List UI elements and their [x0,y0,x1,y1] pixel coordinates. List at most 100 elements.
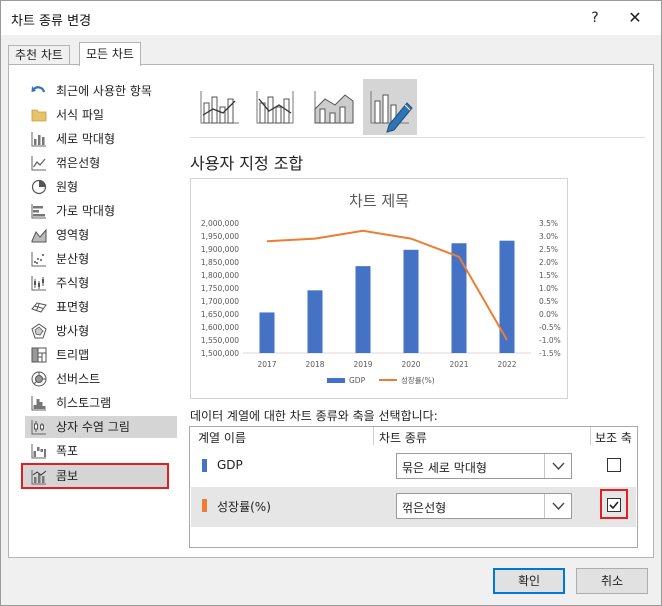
y-tick-label: 1,900,000 [201,245,239,254]
scatter-chart-icon [31,252,46,267]
chart-preview: 차트 제목 1,500,000 1,550,000 1,600,000 1,650,00… [190,178,568,399]
sidebar-item-label: 트리맵 [56,348,90,362]
series-instruction: 데이터 계열에 대한 차트 종류와 축을 선택합니다: [190,409,438,423]
chart-type-value: 묶은 세로 막대형 [402,461,487,475]
close-button[interactable]: ✕ [623,7,647,29]
sidebar-item-label: 세로 막대형 [56,132,116,146]
column-header-secondary-axis: 보조 축 [595,431,632,445]
combo-chart-icon [31,470,47,485]
sidebar-item-label: 분산형 [56,252,90,266]
sidebar-item-pie[interactable]: 원형 [25,176,177,198]
chart-type-value: 꺾은선형 [402,501,447,515]
sidebar-item-radar[interactable]: 방사형 [25,320,177,342]
y-tick-label: 1,500,000 [201,349,239,358]
x-tick-label: 2019 [353,360,372,369]
subtype-custom-combination[interactable] [363,79,417,135]
sidebar-item-label: 영역형 [56,228,90,242]
tab-all-charts[interactable]: 모든 차트 [79,42,141,66]
y-tick-label: 1,700,000 [201,297,239,306]
sidebar-item-templates[interactable]: 서식 파일 [25,104,177,126]
x-tick-label: 2022 [497,360,516,369]
sidebar-item-label: 히스토그램 [56,396,112,410]
bar-gdp [259,312,275,353]
column-header-series-name: 계열 이름 [198,431,246,445]
clustered-column-line-icon [200,91,239,124]
dropdown-button[interactable] [544,494,571,518]
sidebar-item-surface[interactable]: 표면형 [25,296,177,318]
stacked-area-clustered-column-icon [314,91,354,124]
series-row-gdp: GDP 묶은 세로 막대형 [191,447,636,487]
sidebar-item-label: 가로 막대형 [56,204,116,218]
sidebar-item-box-whisker[interactable]: 상자 수염 그림 [25,416,177,438]
separator [190,137,645,138]
chart-title: 차트 제목 [349,192,409,210]
area-chart-icon [31,228,47,243]
series-row-growth-rate: 성장률(%) 꺾은선형 [191,487,636,527]
y-tick-label: 1,600,000 [201,323,239,332]
histogram-icon [31,396,46,411]
chart-type-dropdown[interactable]: 묶은 세로 막대형 [396,453,572,479]
sidebar-item-sunburst[interactable]: 선버스트 [25,368,177,390]
sidebar-item-bar[interactable]: 가로 막대형 [25,200,177,222]
sidebar-item-combo[interactable]: 콤보 [21,463,169,489]
help-button[interactable]: ? [585,7,605,29]
legend-label-growth-rate: 성장률(%) [401,375,435,385]
sidebar-item-line[interactable]: 꺾은선형 [25,152,177,174]
treemap-icon [31,347,47,363]
sidebar-item-recent[interactable]: 최근에 사용한 항목 [25,80,177,102]
y-tick-label: 1,850,000 [201,258,239,267]
series-name: GDP [217,458,243,472]
sidebar-item-column[interactable]: 세로 막대형 [25,128,177,150]
clustered-column-line-secondary-axis-icon [256,91,294,124]
secondary-axis-checkbox[interactable] [607,498,621,512]
secondary-axis-checkbox[interactable] [607,458,621,472]
ok-button[interactable]: 확인 [493,568,565,594]
y2-tick-label: 0.5% [539,297,558,306]
dropdown-button[interactable] [544,454,571,478]
y2-tick-label: 3.5% [539,219,558,228]
sidebar-item-label: 꺾은선형 [56,156,101,170]
x-tick-label: 2021 [449,360,468,369]
y2-tick-label: 2.5% [539,245,558,254]
combo-section-title: 사용자 지정 조합 [190,154,304,173]
sidebar-item-waterfall[interactable]: 폭포 [25,440,177,462]
y-tick-label: 2,000,000 [201,219,239,228]
sidebar-item-scatter[interactable]: 분산형 [25,248,177,270]
subtype-clustered-column-line[interactable] [193,79,247,135]
dialog-title: 차트 종류 변경 [11,14,92,29]
sidebar-item-treemap[interactable]: 트리맵 [25,344,177,366]
sidebar-item-label: 서식 파일 [56,108,104,122]
sidebar-item-label: 폭포 [56,444,79,458]
column-divider [373,427,374,445]
sidebar-item-histogram[interactable]: 히스토그램 [25,392,177,414]
series-color-swatch [202,459,207,472]
subtype-stacked-area-column[interactable] [307,79,361,135]
sidebar-item-label: 원형 [56,180,79,194]
sidebar-item-label: 상자 수염 그림 [56,420,130,434]
legend-swatch-gdp [327,378,345,383]
tab-recommended-charts[interactable]: 추천 차트 [8,45,70,65]
y-tick-label: 1,650,000 [201,310,239,319]
series-table: 계열 이름 차트 종류 보조 축 GDP 묶은 세로 막대형 성장률(%) 꺾은… [189,426,638,548]
sidebar-item-label: 최근에 사용한 항목 [56,84,152,98]
chart-type-dropdown[interactable]: 꺾은선형 [396,493,572,519]
checkmark-icon [609,501,619,510]
y-tick-label: 1,800,000 [201,271,239,280]
surface-chart-icon [31,302,47,313]
sidebar-item-stock[interactable]: 주식형 [25,272,177,294]
column-divider [590,427,591,445]
waterfall-icon [31,444,46,459]
chevron-down-icon [552,462,565,471]
y2-tick-label: -1.5% [539,349,561,358]
custom-combination-pencil-icon [370,91,413,133]
line-chart-icon [31,156,46,171]
sidebar-item-area[interactable]: 영역형 [25,224,177,246]
y2-tick-label: -0.5% [539,323,561,332]
all-charts-panel: 최근에 사용한 항목 서식 파일 세로 막대형 꺾은선형 원형 가로 막대형 영… [8,64,654,558]
chart-preview-canvas: 차트 제목 1,500,000 1,550,000 1,600,000 1,650,00… [201,192,561,385]
y2-tick-label: 1.5% [539,271,558,280]
cancel-button[interactable]: 취소 [576,568,648,594]
subtype-column-line-secondary[interactable] [249,79,303,135]
legend-label-gdp: GDP [349,376,366,385]
x-tick-label: 2018 [305,360,324,369]
